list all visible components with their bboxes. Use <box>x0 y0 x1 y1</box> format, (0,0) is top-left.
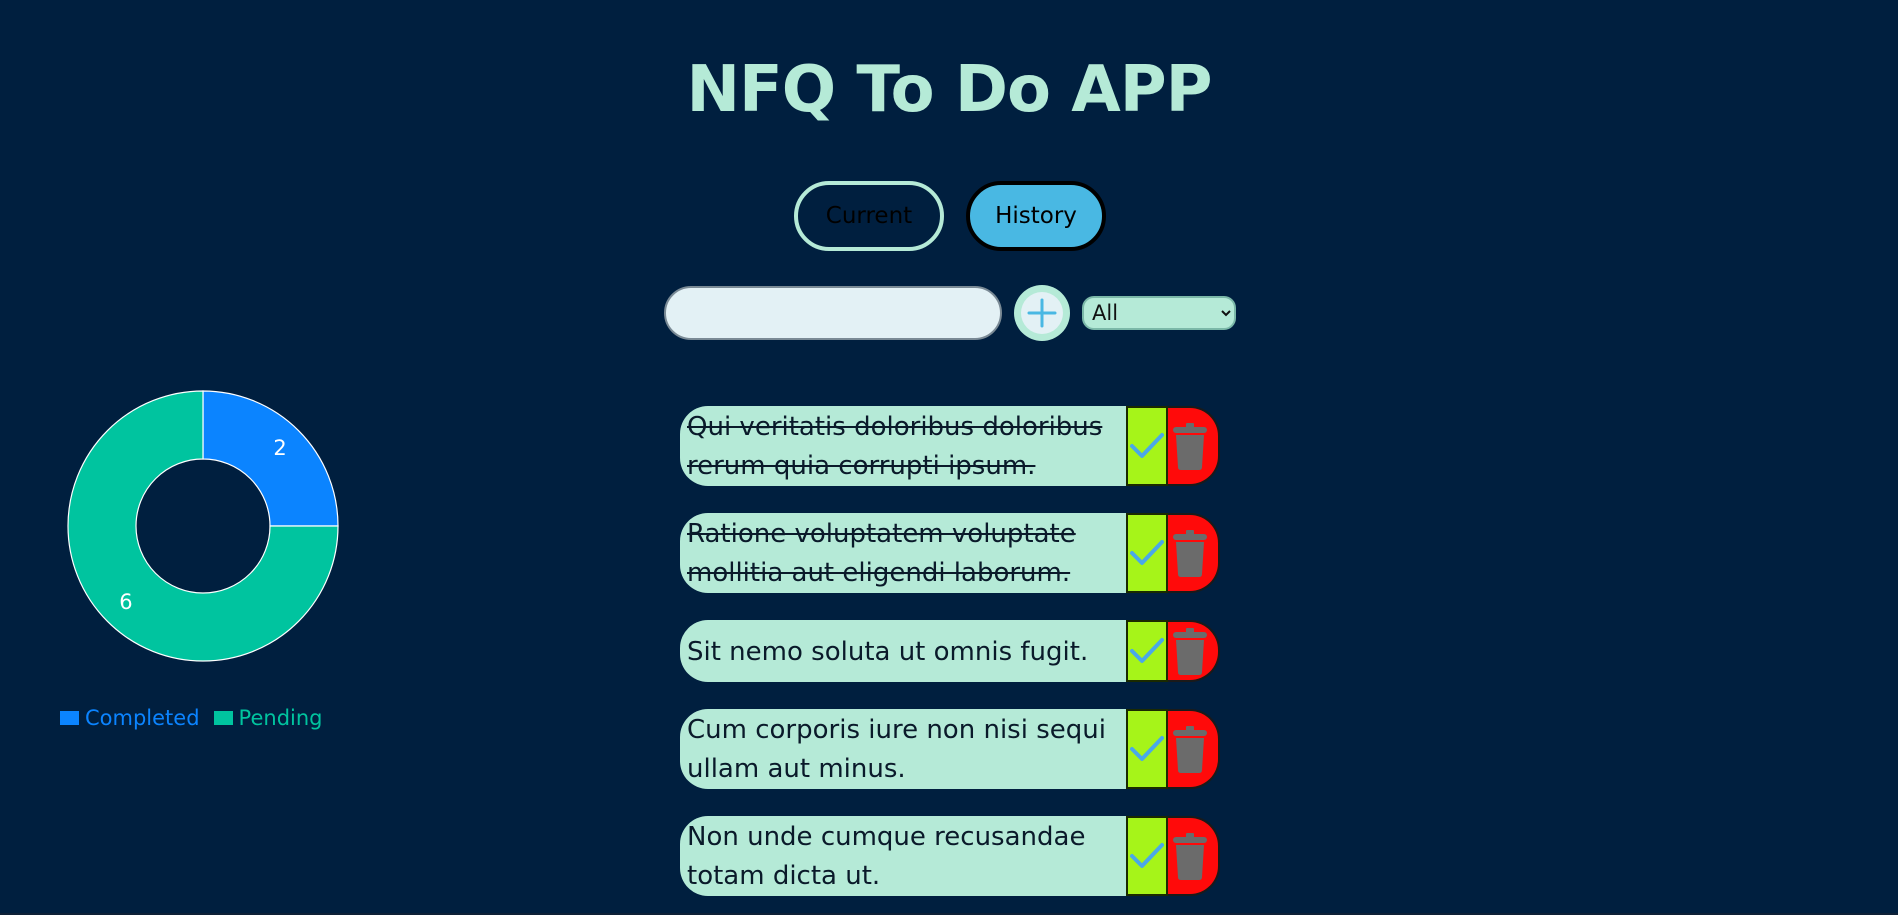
legend-label-pending: Pending <box>238 706 323 730</box>
delete-task-button[interactable] <box>1168 406 1220 486</box>
add-task-row: All <box>664 285 1236 341</box>
app-page: NFQ To Do APP Current History All Qui ve… <box>0 0 1898 915</box>
task-text: Non unde cumque recusandae totam dicta u… <box>680 816 1127 896</box>
donut-label-completed: 2 <box>273 436 286 460</box>
donut-label-pending: 6 <box>119 590 132 614</box>
complete-task-button[interactable] <box>1126 709 1169 789</box>
plus-icon <box>1021 292 1063 334</box>
complete-task-button[interactable] <box>1126 816 1169 896</box>
task-item: Non unde cumque recusandae totam dicta u… <box>680 816 1220 896</box>
checkmark-icon <box>1130 433 1165 458</box>
checkmark-icon <box>1130 736 1165 761</box>
legend-label-completed: Completed <box>85 706 200 730</box>
trash-icon <box>1173 833 1208 880</box>
trash-icon <box>1173 530 1208 577</box>
tab-current[interactable]: Current <box>794 181 944 251</box>
task-text: Cum corporis iure non nisi sequi ullam a… <box>680 709 1127 789</box>
legend-swatch-pending <box>213 711 233 725</box>
trash-icon <box>1173 628 1208 675</box>
task-item: Sit nemo soluta ut omnis fugit. <box>680 620 1220 682</box>
task-text: Ratione voluptatem voluptate mollitia au… <box>680 513 1127 593</box>
donut-svg: 26 <box>67 390 339 662</box>
complete-task-button[interactable] <box>1126 513 1169 593</box>
trash-icon <box>1173 423 1208 470</box>
task-text: Qui veritatis doloribus doloribus rerum … <box>680 406 1127 486</box>
status-donut-chart: 26 <box>60 384 350 674</box>
complete-task-button[interactable] <box>1126 620 1169 682</box>
task-text: Sit nemo soluta ut omnis fugit. <box>680 620 1127 682</box>
delete-task-button[interactable] <box>1168 816 1220 896</box>
task-item: Qui veritatis doloribus doloribus rerum … <box>680 406 1220 486</box>
legend-item-completed: Completed <box>60 706 200 730</box>
delete-task-button[interactable] <box>1168 709 1220 789</box>
complete-task-button[interactable] <box>1126 406 1169 486</box>
legend-swatch-completed <box>60 711 79 725</box>
view-tabs: Current History <box>794 181 1106 251</box>
checkmark-icon <box>1130 540 1165 565</box>
delete-task-button[interactable] <box>1168 620 1220 682</box>
task-item: Ratione voluptatem voluptate mollitia au… <box>680 513 1220 593</box>
delete-task-button[interactable] <box>1168 513 1220 593</box>
tab-history[interactable]: History <box>966 181 1106 251</box>
task-list: Qui veritatis doloribus doloribus rerum … <box>680 406 1220 915</box>
add-task-button[interactable] <box>1014 285 1070 341</box>
task-input[interactable] <box>664 286 1002 340</box>
app-title: NFQ To Do APP <box>686 53 1212 127</box>
checkmark-icon <box>1130 843 1165 868</box>
legend-item-pending: Pending <box>213 706 323 730</box>
donut-slice-completed <box>202 390 339 527</box>
chart-legend: Completed Pending <box>60 706 337 730</box>
checkmark-icon <box>1130 638 1165 663</box>
trash-icon <box>1173 726 1208 773</box>
task-item: Cum corporis iure non nisi sequi ullam a… <box>680 709 1220 789</box>
filter-select[interactable]: All <box>1082 296 1236 330</box>
